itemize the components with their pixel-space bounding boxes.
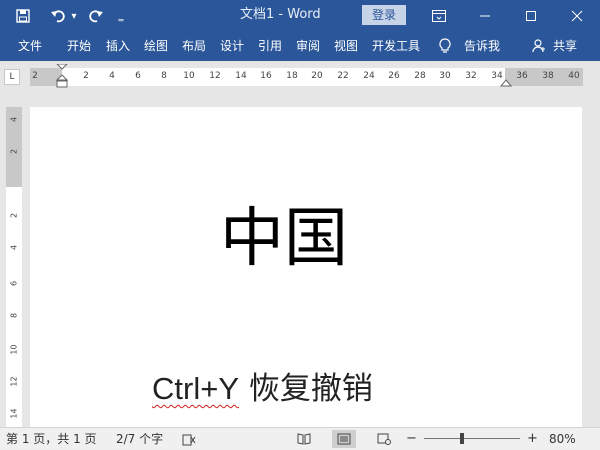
proofing-icon[interactable] <box>182 432 196 446</box>
zoom-slider-thumb[interactable] <box>460 433 464 444</box>
ruler-label: 2 <box>32 71 38 81</box>
status-bar: 第 1 页，共 1 页 2/7 个字 − + 80% <box>0 427 600 450</box>
print-layout-icon[interactable] <box>332 430 356 448</box>
tab-review[interactable]: 审阅 <box>292 32 324 61</box>
tell-me-search[interactable]: 告诉我 <box>460 32 504 61</box>
zoom-out-button[interactable]: − <box>406 428 417 450</box>
tab-layout[interactable]: 布局 <box>178 32 210 61</box>
ruler-label: 2 <box>9 148 19 155</box>
document-area: 中国 Ctrl+Y 恢复撤销 <box>24 93 600 437</box>
ruler-label: 14 <box>235 71 247 81</box>
ribbon-tabs: 文件 开始 插入 绘图 布局 设计 引用 审阅 视图 开发工具 告诉我 共享 <box>0 32 600 61</box>
page-info[interactable]: 第 1 页，共 1 页 <box>6 428 97 450</box>
ruler-label: 2 <box>83 71 89 81</box>
ruler-label: 38 <box>542 71 554 81</box>
ruler-label: 4 <box>9 116 19 123</box>
zoom-level[interactable]: 80% <box>549 428 576 450</box>
shortcut-text: Ctrl+Y <box>152 371 239 406</box>
zoom-in-button[interactable]: + <box>527 428 538 450</box>
ruler-label: 32 <box>465 71 477 81</box>
save-icon[interactable] <box>12 0 34 32</box>
tab-view[interactable]: 视图 <box>330 32 362 61</box>
share-button[interactable]: 共享 <box>550 32 580 61</box>
tab-draw[interactable]: 绘图 <box>140 32 172 61</box>
ruler-label: 2 <box>9 212 19 219</box>
ruler-label: 30 <box>439 71 451 81</box>
indent-marker-icon[interactable] <box>56 64 68 90</box>
document-heading: 中国 <box>220 202 348 276</box>
document-line: Ctrl+Y 恢复撤销 <box>152 363 373 408</box>
ruler-label: 6 <box>9 280 19 287</box>
ruler-label: 12 <box>9 376 19 387</box>
customize-toolbar-icon[interactable]: ‗ <box>114 0 128 32</box>
ribbon-display-options-icon[interactable] <box>416 0 462 32</box>
zoom-slider-track[interactable] <box>424 438 520 439</box>
undo-dropdown-icon[interactable]: ▾ <box>69 0 79 32</box>
read-mode-icon[interactable] <box>292 430 316 448</box>
ruler-label: 10 <box>9 344 19 355</box>
ruler-row: L 2 2 4 6 8 10 12 14 16 18 20 22 24 26 2… <box>0 61 600 93</box>
lightbulb-icon[interactable] <box>436 32 454 61</box>
maximize-icon[interactable] <box>508 0 554 32</box>
ruler-label: 14 <box>9 408 19 419</box>
title-bar: ▾ ‗ 文档1 - Word 登录 <box>0 0 600 32</box>
vertical-scrollbar[interactable] <box>584 93 600 427</box>
tab-file[interactable]: 文件 <box>8 32 52 61</box>
ruler-label: 28 <box>414 71 426 81</box>
web-layout-icon[interactable] <box>372 430 396 448</box>
ruler-label: 8 <box>9 312 19 319</box>
horizontal-ruler[interactable]: 2 2 4 6 8 10 12 14 16 18 20 22 24 26 28 … <box>30 64 583 88</box>
description-text: 恢复撤销 <box>239 371 373 407</box>
undo-icon[interactable] <box>48 0 70 32</box>
ruler-label: 6 <box>135 71 141 81</box>
tab-references[interactable]: 引用 <box>254 32 286 61</box>
word-count[interactable]: 2/7 个字 <box>116 428 163 450</box>
ruler-label: 20 <box>311 71 323 81</box>
minimize-icon[interactable] <box>462 0 508 32</box>
ruler-label: 12 <box>209 71 221 81</box>
tab-insert[interactable]: 插入 <box>102 32 134 61</box>
ruler-label: 18 <box>286 71 298 81</box>
tab-home[interactable]: 开始 <box>62 32 96 61</box>
tab-developer[interactable]: 开发工具 <box>368 32 424 61</box>
tab-design[interactable]: 设计 <box>216 32 248 61</box>
ruler-label: 24 <box>363 71 375 81</box>
window-title: 文档1 - Word <box>240 7 321 22</box>
ruler-label: 40 <box>568 71 580 81</box>
redo-icon[interactable] <box>84 0 106 32</box>
ruler-label: 26 <box>388 71 400 81</box>
person-icon[interactable] <box>530 32 548 61</box>
tab-stop-selector[interactable]: L <box>4 69 20 85</box>
ruler-label: 4 <box>109 71 115 81</box>
ruler-label: 22 <box>337 71 349 81</box>
login-button[interactable]: 登录 <box>362 5 406 25</box>
right-indent-marker-icon[interactable] <box>500 79 512 87</box>
ruler-label: 4 <box>9 244 19 251</box>
ruler-label: 36 <box>516 71 528 81</box>
ruler-label: 16 <box>260 71 272 81</box>
ruler-label: 8 <box>161 71 167 81</box>
ruler-label: 10 <box>183 71 195 81</box>
vertical-ruler[interactable]: 4 2 2 4 6 8 10 12 14 <box>6 107 22 427</box>
close-icon[interactable] <box>554 0 600 32</box>
document-page[interactable]: 中国 Ctrl+Y 恢复撤销 <box>30 107 582 437</box>
